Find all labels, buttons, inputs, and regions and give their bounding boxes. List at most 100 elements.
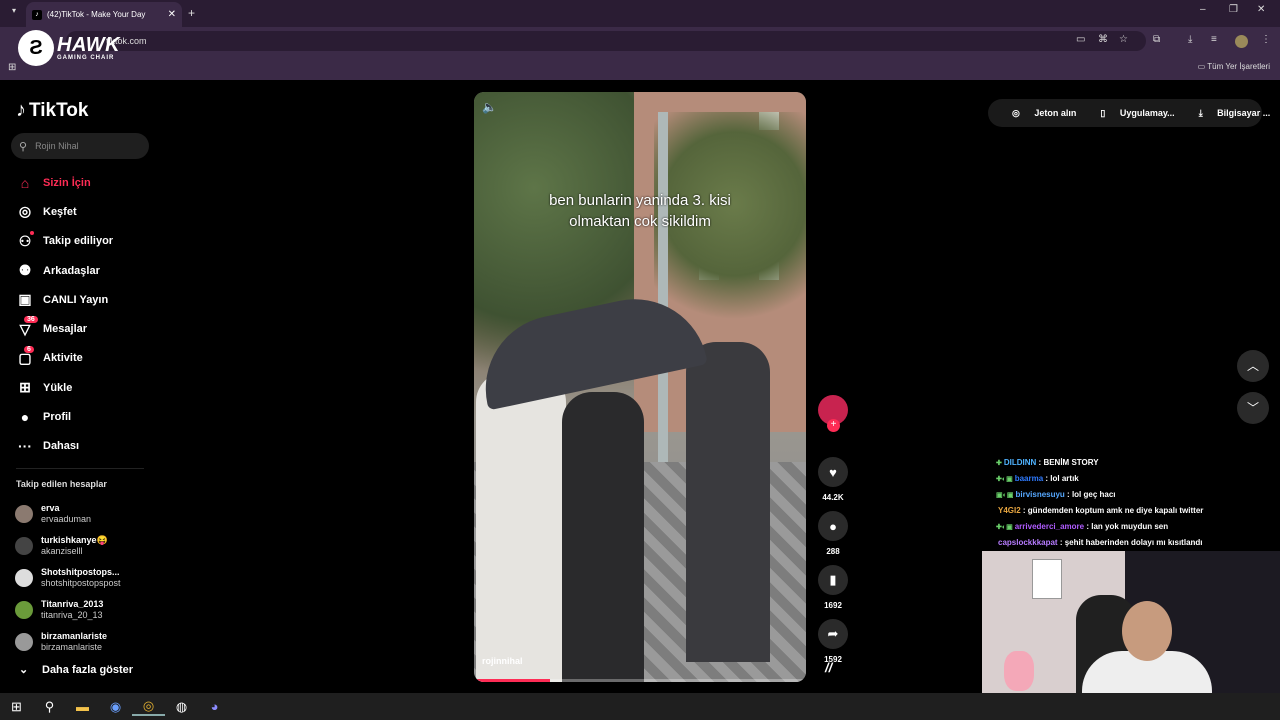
tiktok-logo[interactable]: ♪ TikTok xyxy=(16,99,88,122)
address-bar[interactable]: tiktok.com xyxy=(66,31,1146,51)
restore-button[interactable]: ❐ xyxy=(1229,4,1238,15)
next-video-button[interactable]: ﹀ xyxy=(1237,392,1269,424)
chat-badges: ▣◐▣ xyxy=(996,492,1014,499)
video-scene xyxy=(658,112,668,462)
chat-text: gündemden koptum amk ne diye kapalı twit… xyxy=(1027,506,1204,515)
chat-badges: ✚◐▣ xyxy=(996,476,1013,483)
chat-text: lan yok muydun sen xyxy=(1091,522,1169,531)
chat-separator: : xyxy=(1020,506,1028,515)
comment-button[interactable]: ● xyxy=(818,511,848,541)
get-coins-label: Jeton alın xyxy=(1034,107,1077,118)
chat-message: ✚◐▣ arrivederci_amore : lan yok muydun se… xyxy=(996,519,1276,535)
sidebar-item[interactable]: ⌂ Sizin İçin xyxy=(16,168,113,197)
all-bookmarks-button[interactable]: ▭ Tüm Yer İşaretleri xyxy=(1198,62,1270,71)
chat-message: ▣◐▣ birvisnesuyu : lol geç hacı xyxy=(996,487,1276,503)
address-bar-row: tiktok.com xyxy=(0,27,1280,55)
cast-icon[interactable]: ▭ xyxy=(1076,34,1085,45)
follow-plus-icon[interactable]: + xyxy=(827,419,840,432)
show-more-label: Daha fazla göster xyxy=(42,663,134,676)
following-account[interactable]: erva ervaaduman xyxy=(15,498,121,530)
video-progress[interactable] xyxy=(474,679,806,682)
new-tab-button[interactable]: + xyxy=(188,6,195,20)
previous-video-button[interactable]: ︿ xyxy=(1237,350,1269,382)
creator-avatar[interactable]: + xyxy=(818,395,848,432)
hawk-logo-icon: Ƨ xyxy=(18,30,54,66)
sidebar-item[interactable]: ⚉ Arkadaşlar xyxy=(16,256,113,285)
comment-count: 288 xyxy=(826,547,840,556)
profile-avatar-icon[interactable] xyxy=(1235,35,1248,48)
following-account[interactable]: Titanriva_2013 titanriva_20_13 xyxy=(15,594,121,626)
apps-grid-icon[interactable]: ⊞ xyxy=(8,62,16,73)
following-account[interactable]: Shotshitpostops... shotshitpostopspost xyxy=(15,562,121,594)
taskbar-search-icon[interactable]: ⚲ xyxy=(33,699,66,715)
sidebar-item[interactable]: ● Profil xyxy=(16,402,113,431)
chat-message: ✚ DILDINN : BENİM STORY xyxy=(996,455,1276,471)
tiktok-note-icon: ♪ xyxy=(16,99,26,121)
pc-app-button[interactable]: ⤓ Bilgisayar ... xyxy=(1187,108,1271,119)
sidebar-item-label: Takip ediliyor xyxy=(43,235,114,248)
caption-line-2: olmaktan cok sikildim xyxy=(569,213,711,230)
file-explorer-icon[interactable]: ▬ xyxy=(66,699,99,714)
sidebar-item[interactable]: ▽ 36 Mesajlar xyxy=(16,314,113,343)
avatar xyxy=(15,633,33,651)
home-icon: ⌂ xyxy=(20,174,30,191)
share-button[interactable]: ➦ xyxy=(818,619,848,649)
following-account[interactable]: turkishkanye😝 akanziselll xyxy=(15,530,121,562)
video-scene xyxy=(562,392,644,682)
chat-username: baarma xyxy=(1014,474,1044,483)
obs-icon[interactable]: ◍ xyxy=(165,699,198,715)
new-indicator-dot xyxy=(30,230,34,235)
get-app-button[interactable]: ▯ Uygulamay... xyxy=(1088,108,1174,119)
chevron-up-icon: ︿ xyxy=(1246,359,1259,373)
windows-start-icon[interactable]: ⊞ xyxy=(0,699,33,715)
volume-icon[interactable]: 🔈 xyxy=(482,100,497,114)
window-close-button[interactable]: ✕ xyxy=(1257,4,1265,15)
stream-chat-overlay: ✚ DILDINN : BENİM STORY ✚◐▣ baarma : lol ar… xyxy=(996,455,1276,551)
save-count: 1692 xyxy=(824,601,842,610)
video-progress-fill xyxy=(474,679,551,682)
sidebar-item[interactable]: ⊞ Yükle xyxy=(16,373,113,402)
browser-tab[interactable]: ♪ (42)TikTok - Make Your Day ✕ xyxy=(26,2,182,27)
sidebar-item[interactable]: ⚇ Takip ediliyor xyxy=(16,227,113,256)
minimize-button[interactable]: – xyxy=(1200,4,1206,15)
save-button[interactable]: ▮ xyxy=(818,565,848,595)
chat-separator: : xyxy=(1057,538,1065,547)
search-input[interactable] xyxy=(33,140,134,152)
search-box[interactable]: ⚲ xyxy=(11,133,149,159)
sidebar-item[interactable]: ▣ CANLI Yayın xyxy=(16,285,113,314)
video-username[interactable]: rojinnihal xyxy=(482,656,523,666)
show-more-button[interactable]: ⌄ Daha fazla göster xyxy=(19,663,134,677)
media-icon[interactable]: ≡ xyxy=(1211,34,1217,45)
extensions-icon[interactable]: ⧉ xyxy=(1153,34,1160,45)
app-icon[interactable]: ◉ xyxy=(99,699,132,715)
star-icon[interactable]: ☆ xyxy=(1119,34,1128,45)
messages-icon: ▽ xyxy=(19,320,31,337)
translate-icon[interactable]: ⌘ xyxy=(1098,34,1108,45)
chat-text: şehit haberinden dolayı mı kısıtlandı xyxy=(1064,538,1203,547)
account-name: Titanriva_2013 xyxy=(41,599,104,609)
discord-icon[interactable]: ◕ xyxy=(198,699,231,714)
sidebar-item[interactable]: ··· Dahası xyxy=(16,432,113,461)
download-icon: ⤓ xyxy=(1198,107,1206,118)
chrome-icon[interactable]: ◎ xyxy=(132,698,165,716)
action-bar: + ♥ 44.2K ● 288 ▮ 1692 ➦ 1592 xyxy=(816,395,850,673)
get-coins-button[interactable]: ◎ Jeton alın xyxy=(1000,108,1076,119)
tab-close-button[interactable]: ✕ xyxy=(168,9,176,20)
following-icon: ⚇ xyxy=(18,232,32,249)
chat-username: capslockkkapat xyxy=(998,538,1058,547)
account-username: akanziselll xyxy=(41,546,83,556)
video-scene xyxy=(686,342,770,662)
share-icon: ➦ xyxy=(827,626,839,641)
sidebar-item-label: Profil xyxy=(43,411,72,424)
sidebar-item-label: Aktivite xyxy=(43,352,83,365)
menu-icon[interactable]: ⋮ xyxy=(1261,34,1271,45)
sidebar-item[interactable]: ▢ 6 Aktivite xyxy=(16,344,113,373)
video-player[interactable]: ben bunlarin yaninda 3. kisi olmaktan co… xyxy=(474,92,806,682)
search-icon: ⚲ xyxy=(19,140,28,153)
like-button[interactable]: ♥ xyxy=(818,457,848,487)
sidebar-nav: ⌂ Sizin İçin ◎ Keşfet ⚇ Takip ediliyor ⚉ Arkada… xyxy=(16,168,113,461)
tab-search-button[interactable]: ▾ xyxy=(7,6,21,20)
sidebar-item[interactable]: ◎ Keşfet xyxy=(16,197,113,226)
download-icon[interactable]: ⤓ xyxy=(1188,34,1192,45)
following-account[interactable]: birzamanlariste birzamanlariste xyxy=(15,626,121,658)
